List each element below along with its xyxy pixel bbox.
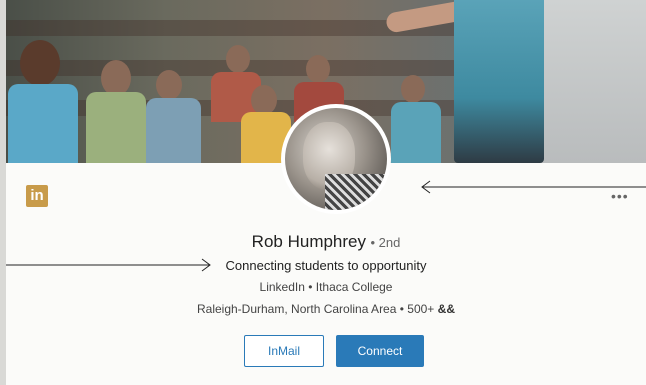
name-line: Rob Humphrey • 2nd bbox=[6, 232, 646, 252]
avatar-photo bbox=[285, 108, 387, 210]
avatar-shirt bbox=[325, 174, 387, 210]
cover-wall bbox=[526, 0, 646, 163]
connect-button[interactable]: Connect bbox=[336, 335, 424, 367]
cover-person-shirt bbox=[8, 84, 78, 163]
cover-person-head bbox=[401, 75, 425, 103]
profile-name: Rob Humphrey bbox=[251, 232, 366, 251]
cover-person-shirt bbox=[86, 92, 146, 163]
cover-speaker bbox=[454, 0, 544, 163]
location-line: Raleigh-Durham, North Carolina Area • 50… bbox=[6, 302, 646, 316]
profile-company: LinkedIn • Ithaca College bbox=[259, 280, 393, 294]
connection-degree: • 2nd bbox=[370, 235, 401, 250]
connections-icon: && bbox=[437, 302, 455, 316]
profile-location: Raleigh-Durham, North Carolina Area • 50… bbox=[196, 302, 435, 316]
cover-person-head bbox=[156, 70, 182, 100]
inmail-button[interactable]: InMail bbox=[244, 335, 324, 367]
linkedin-logo-icon: in bbox=[26, 185, 48, 207]
cover-person-head bbox=[251, 85, 277, 115]
annotation-arrow-avatar bbox=[421, 180, 646, 194]
profile-card: in ••• Rob Humphrey • 2nd Connecting stu… bbox=[6, 0, 646, 385]
cover-person-head bbox=[20, 40, 60, 86]
cover-person-shirt bbox=[146, 98, 201, 163]
avatar[interactable] bbox=[281, 104, 391, 214]
cover-person-shirt bbox=[391, 102, 441, 163]
cover-person-head bbox=[306, 55, 330, 83]
annotation-arrow-headline bbox=[6, 258, 211, 272]
cover-person-head bbox=[226, 45, 250, 73]
cover-person-head bbox=[101, 60, 131, 96]
